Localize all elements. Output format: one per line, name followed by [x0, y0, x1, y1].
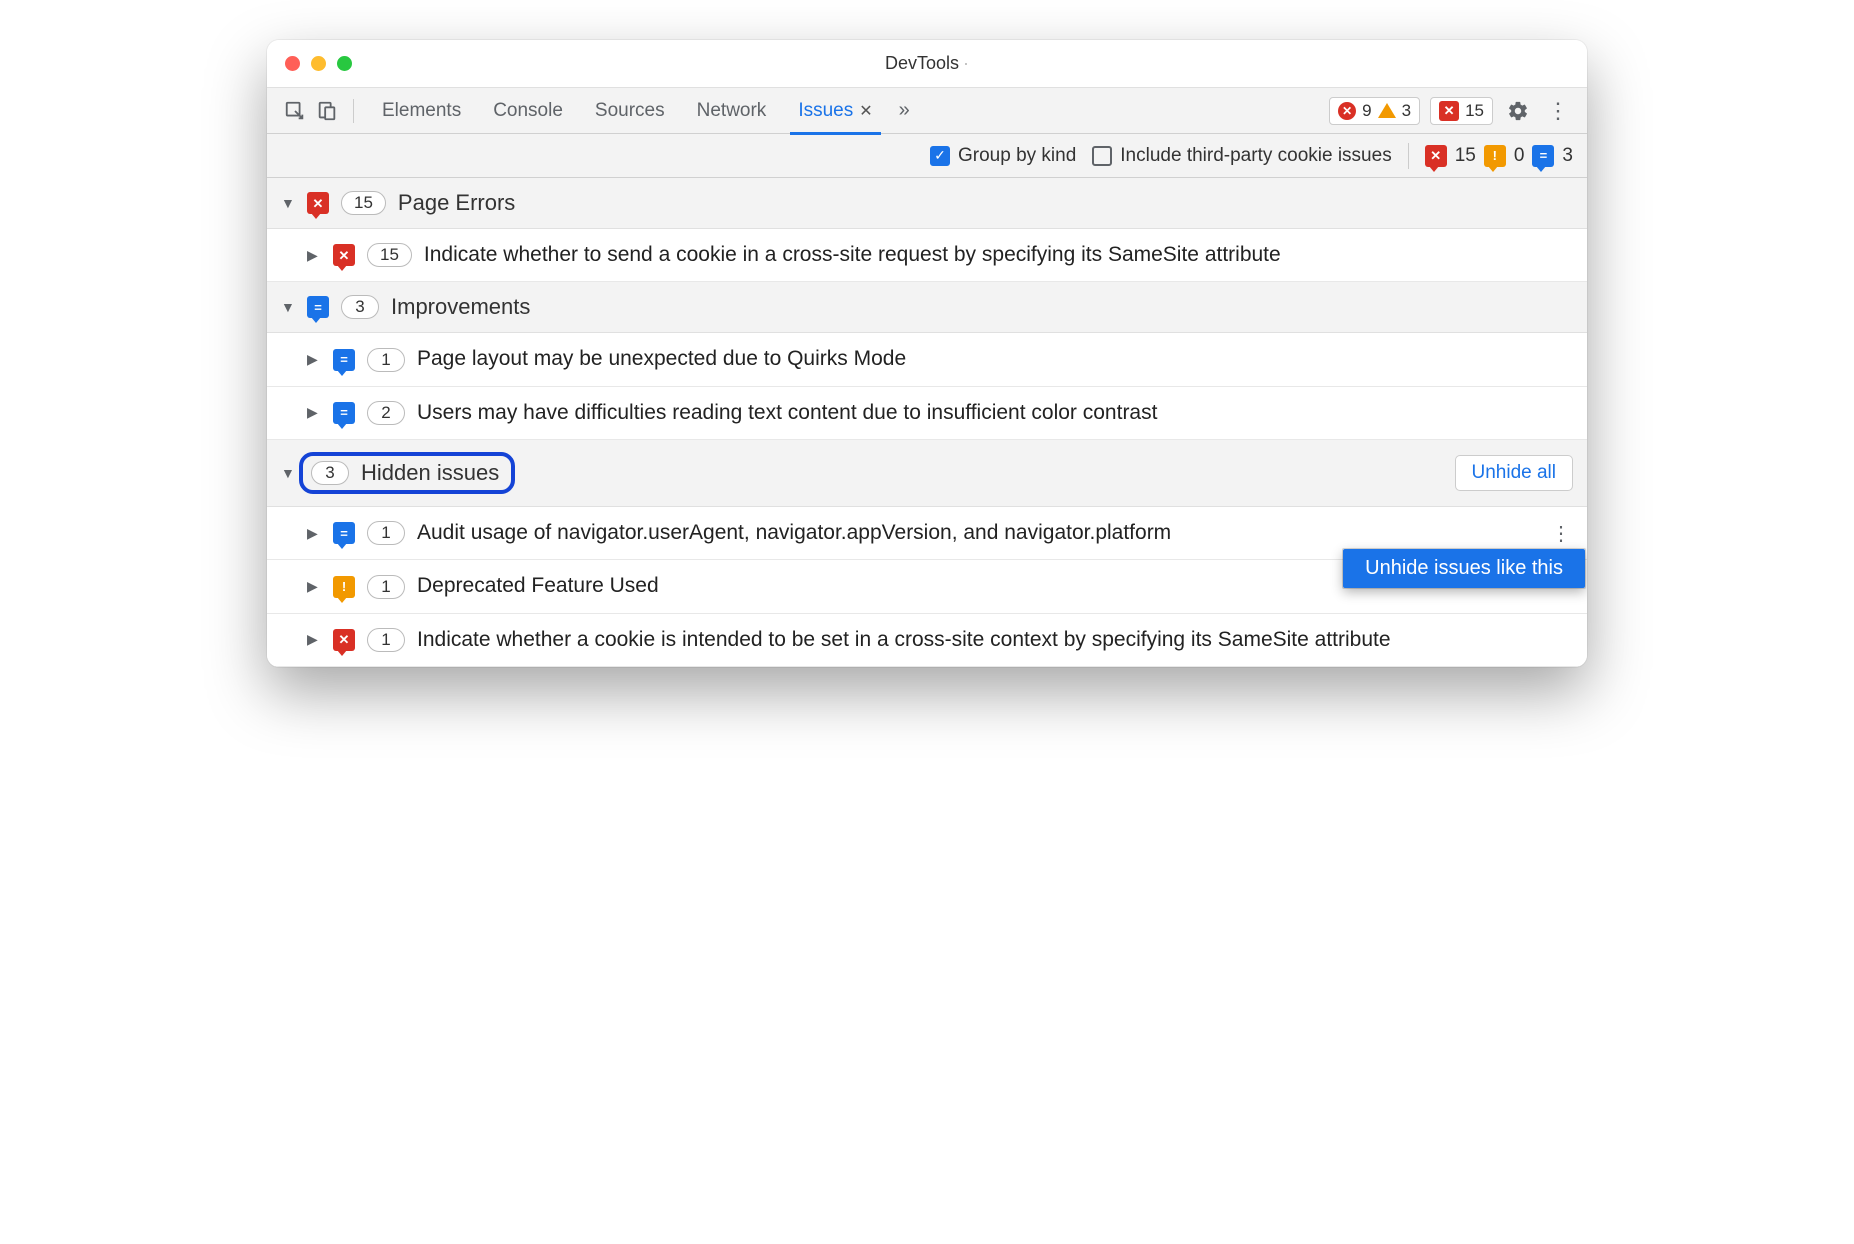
maximize-window-icon[interactable] — [337, 56, 352, 71]
issues-badge[interactable]: ✕ 15 — [1430, 97, 1493, 125]
improvement-icon: = — [333, 402, 355, 424]
unhide-all-button[interactable]: Unhide all — [1455, 455, 1574, 491]
tab-console[interactable]: Console — [477, 88, 579, 134]
chevron-right-icon: ▶ — [307, 578, 321, 595]
tab-issues[interactable]: Issues ✕ — [782, 88, 888, 134]
more-options-icon[interactable]: ⋮ — [1543, 96, 1573, 126]
window-title: DevTools· — [885, 53, 969, 74]
error-icon: ✕ — [1338, 102, 1356, 120]
close-window-icon[interactable] — [285, 56, 300, 71]
issue-count: 1 — [367, 628, 405, 652]
group-title: Hidden issues — [361, 460, 499, 486]
issue-row[interactable]: ▶ = 1 Page layout may be unexpected due … — [267, 333, 1587, 386]
group-title: Page Errors — [398, 190, 515, 216]
settings-icon[interactable] — [1503, 96, 1533, 126]
group-header-hidden-issues[interactable]: ▼ 3 Hidden issues Unhide all — [267, 440, 1587, 507]
page-error-count: 15 — [1455, 145, 1476, 167]
console-error-warning-badge[interactable]: ✕ 9 3 — [1329, 97, 1420, 125]
group-header-page-errors[interactable]: ▼ ✕ 15 Page Errors — [267, 178, 1587, 229]
group-title: Improvements — [391, 294, 530, 320]
issue-row[interactable]: ▶ = 2 Users may have difficulties readin… — [267, 387, 1587, 440]
chevron-down-icon: ▼ — [281, 195, 295, 211]
chevron-right-icon: ▶ — [307, 351, 321, 368]
issue-row[interactable]: ▶ ✕ 1 Indicate whether a cookie is inten… — [267, 614, 1587, 667]
issues-filter-bar: ✓ Group by kind Include third-party cook… — [267, 134, 1587, 178]
close-tab-icon[interactable]: ✕ — [859, 101, 872, 121]
issue-title: Page layout may be unexpected due to Qui… — [417, 345, 1573, 373]
warning-icon — [1378, 103, 1396, 118]
minimize-window-icon[interactable] — [311, 56, 326, 71]
group-count: 3 — [311, 461, 349, 485]
issue-count: 15 — [1465, 101, 1484, 121]
titlebar: DevTools· — [267, 40, 1587, 88]
issue-count: 1 — [367, 521, 405, 545]
divider — [1408, 143, 1409, 169]
issue-row[interactable]: ▶ ✕ 15 Indicate whether to send a cookie… — [267, 229, 1587, 282]
issue-count: 15 — [367, 243, 412, 267]
chevron-down-icon: ▼ — [281, 299, 295, 315]
window-controls — [267, 56, 352, 71]
tab-sources[interactable]: Sources — [579, 88, 681, 134]
toolbar-right: ✕ 9 3 ✕ 15 ⋮ — [1329, 96, 1573, 126]
chevron-right-icon: ▶ — [307, 631, 321, 648]
issue-error-icon: ✕ — [1439, 101, 1459, 121]
checkbox-unchecked-icon — [1092, 146, 1112, 166]
issue-menu-icon[interactable]: ⋮ — [1549, 521, 1573, 546]
improvement-icon: = — [1532, 145, 1554, 167]
third-party-cookies-checkbox[interactable]: Include third-party cookie issues — [1092, 145, 1391, 167]
improvement-icon: = — [333, 349, 355, 371]
improvement-count: 3 — [1562, 145, 1573, 167]
inspect-icon[interactable] — [281, 97, 309, 125]
improvement-icon: = — [333, 522, 355, 544]
issue-row[interactable]: ▶ = 1 Audit usage of navigator.userAgent… — [267, 507, 1587, 560]
issues-list: ▼ ✕ 15 Page Errors ▶ ✕ 15 Indicate wheth… — [267, 178, 1587, 667]
chevron-right-icon: ▶ — [307, 404, 321, 421]
issue-title: Indicate whether to send a cookie in a c… — [424, 241, 1573, 269]
breaking-change-icon: ! — [1484, 145, 1506, 167]
divider — [353, 99, 354, 123]
chevron-right-icon: ▶ — [307, 247, 321, 264]
issue-title: Indicate whether a cookie is intended to… — [417, 626, 1573, 654]
chevron-right-icon: ▶ — [307, 525, 321, 542]
main-toolbar: Elements Console Sources Network Issues … — [267, 88, 1587, 134]
devtools-window: DevTools· Elements Console Sources Netwo… — [267, 40, 1587, 667]
hidden-issues-highlight: 3 Hidden issues — [299, 452, 515, 494]
chevron-down-icon: ▼ — [281, 465, 295, 481]
issue-count: 2 — [367, 401, 405, 425]
error-count: 9 — [1362, 101, 1371, 121]
warning-count: 3 — [1402, 101, 1411, 121]
issue-summary-counts: ✕ 15 ! 0 = 3 — [1425, 145, 1573, 167]
tab-elements[interactable]: Elements — [366, 88, 477, 134]
issue-title: Users may have difficulties reading text… — [417, 399, 1573, 427]
more-tabs-icon[interactable]: » — [889, 99, 920, 122]
page-error-icon: ✕ — [1425, 145, 1447, 167]
issue-title: Audit usage of navigator.userAgent, navi… — [417, 519, 1537, 547]
issue-count: 1 — [367, 348, 405, 372]
unhide-popup[interactable]: Unhide issues like this — [1343, 549, 1585, 588]
group-count: 15 — [341, 191, 386, 215]
improvement-icon: = — [307, 296, 329, 318]
checkbox-checked-icon: ✓ — [930, 146, 950, 166]
group-count: 3 — [341, 295, 379, 319]
page-error-icon: ✕ — [333, 244, 355, 266]
group-by-kind-checkbox[interactable]: ✓ Group by kind — [930, 145, 1076, 167]
page-error-icon: ✕ — [307, 192, 329, 214]
panel-tabs: Elements Console Sources Network Issues … — [366, 88, 1325, 134]
breaking-change-icon: ! — [333, 576, 355, 598]
group-header-improvements[interactable]: ▼ = 3 Improvements — [267, 282, 1587, 333]
issue-count: 1 — [367, 575, 405, 599]
tab-network[interactable]: Network — [681, 88, 783, 134]
page-error-icon: ✕ — [333, 629, 355, 651]
device-toggle-icon[interactable] — [313, 97, 341, 125]
breaking-change-count: 0 — [1514, 145, 1525, 167]
